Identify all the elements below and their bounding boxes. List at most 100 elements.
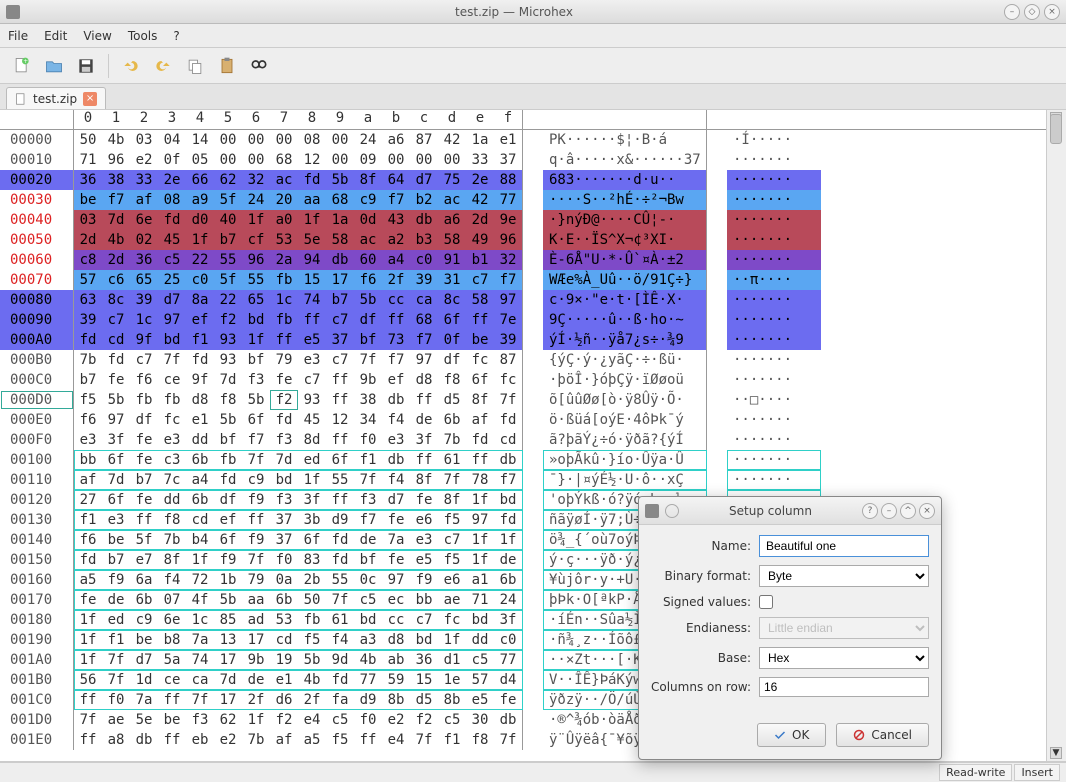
hex-cell[interactable]: bf — [354, 330, 382, 350]
hex-cell[interactable]: 5b — [102, 390, 130, 410]
hex-cell[interactable]: f2 — [270, 390, 298, 410]
hex-cell[interactable]: fd — [494, 410, 522, 430]
hex-cell[interactable]: 8d — [298, 430, 326, 450]
hex-cell[interactable]: c7 — [326, 350, 354, 370]
hex-cell[interactable]: 8f — [438, 490, 466, 510]
hex-cell[interactable]: 5e — [130, 710, 158, 730]
hex-cell[interactable]: 9b — [242, 650, 270, 670]
hex-cell[interactable]: 1c — [270, 290, 298, 310]
hex-cell[interactable]: 73 — [382, 330, 410, 350]
ext-cell[interactable]: ······· — [727, 170, 821, 190]
hex-cell[interactable]: 1f — [186, 230, 214, 250]
hex-cell[interactable]: 9b — [354, 370, 382, 390]
hex-cell[interactable]: f4 — [382, 470, 410, 490]
hex-cell[interactable]: df — [354, 310, 382, 330]
hex-cell[interactable]: bf — [242, 350, 270, 370]
hex-cell[interactable]: 7f — [494, 730, 522, 750]
hex-cell[interactable]: fd — [214, 470, 242, 490]
hex-cell[interactable]: 59 — [382, 670, 410, 690]
hex-cell[interactable]: d7 — [410, 170, 438, 190]
hex-cell[interactable]: 49 — [466, 230, 494, 250]
hex-cell[interactable]: 87 — [494, 350, 522, 370]
hex-cell[interactable]: e7 — [130, 550, 158, 570]
hex-cell[interactable]: 5e — [298, 230, 326, 250]
hex-cell[interactable]: c7 — [438, 530, 466, 550]
hex-cell[interactable]: 39 — [494, 330, 522, 350]
ascii-cell[interactable]: ö·ßüá[oýE·4ôÞk¯ý — [543, 410, 707, 430]
dialog-help-button[interactable]: ? — [862, 503, 878, 519]
hex-cell[interactable]: 7d — [102, 470, 130, 490]
hex-cell[interactable]: db — [410, 210, 438, 230]
hex-cell[interactable]: 8f — [354, 170, 382, 190]
hex-cell[interactable]: be — [158, 710, 186, 730]
hex-cell[interactable]: cc — [382, 610, 410, 630]
hex-cell[interactable]: e3 — [410, 530, 438, 550]
hex-cell[interactable]: ec — [382, 590, 410, 610]
cancel-button[interactable]: Cancel — [836, 723, 929, 747]
hex-cell[interactable]: 83 — [298, 550, 326, 570]
hex-cell[interactable]: ff — [158, 690, 186, 710]
hex-cell[interactable]: e5 — [298, 330, 326, 350]
hex-cell[interactable]: f7 — [242, 430, 270, 450]
hex-cell[interactable]: bd — [270, 470, 298, 490]
hex-cell[interactable]: 50 — [74, 130, 102, 150]
hex-cell[interactable]: 5b — [326, 170, 354, 190]
hex-cell[interactable]: de — [494, 550, 522, 570]
hex-cell[interactable]: 8f — [466, 390, 494, 410]
hex-cell[interactable]: 32 — [242, 170, 270, 190]
hex-cell[interactable]: d1 — [438, 650, 466, 670]
hex-cell[interactable]: 3b — [298, 510, 326, 530]
hex-cell[interactable]: 02 — [130, 230, 158, 250]
hex-cell[interactable]: 19 — [270, 650, 298, 670]
hex-cell[interactable]: e3 — [298, 350, 326, 370]
hex-cell[interactable]: 4b — [102, 230, 130, 250]
hex-cell[interactable]: 3f — [102, 430, 130, 450]
hex-cell[interactable]: 88 — [494, 170, 522, 190]
hex-cell[interactable]: b3 — [410, 230, 438, 250]
new-file-button[interactable]: + — [8, 52, 36, 80]
hex-cell[interactable]: 25 — [158, 270, 186, 290]
hex-cell[interactable]: 6e — [130, 210, 158, 230]
hex-cell[interactable]: 3f — [410, 430, 438, 450]
hex-cell[interactable]: 24 — [494, 590, 522, 610]
hex-cell[interactable]: 8b — [438, 690, 466, 710]
hex-cell[interactable]: f9 — [242, 490, 270, 510]
hex-cell[interactable]: 7f — [410, 730, 438, 750]
hex-cell[interactable]: 04 — [158, 130, 186, 150]
hex-cell[interactable]: 8b — [382, 690, 410, 710]
hex-cell[interactable]: 56 — [74, 670, 102, 690]
ext-cell[interactable]: ······· — [727, 230, 821, 250]
hex-cell[interactable]: c7 — [102, 310, 130, 330]
hex-cell[interactable]: 97 — [382, 570, 410, 590]
hex-cell[interactable]: 57 — [74, 270, 102, 290]
hex-cell[interactable]: 71 — [74, 150, 102, 170]
hex-cell[interactable]: 7f — [354, 470, 382, 490]
hex-cell[interactable]: fd — [74, 330, 102, 350]
hex-cell[interactable]: ff — [466, 450, 494, 470]
hex-cell[interactable]: fe — [130, 490, 158, 510]
hex-cell[interactable]: 77 — [354, 670, 382, 690]
hex-cell[interactable]: 6f — [298, 530, 326, 550]
hex-cell[interactable]: db — [326, 250, 354, 270]
hex-cell[interactable]: f0 — [354, 710, 382, 730]
hex-cell[interactable]: 39 — [410, 270, 438, 290]
hex-cell[interactable]: 97 — [466, 510, 494, 530]
hex-cell[interactable]: ce — [158, 370, 186, 390]
hex-cell[interactable]: 1f — [74, 610, 102, 630]
hex-cell[interactable]: 1f — [74, 630, 102, 650]
hex-cell[interactable]: 43 — [382, 210, 410, 230]
hex-cell[interactable]: ff — [270, 330, 298, 350]
minimize-button[interactable]: – — [1004, 4, 1020, 20]
hex-cell[interactable]: db — [382, 450, 410, 470]
hex-cell[interactable]: 1f — [298, 210, 326, 230]
hex-cell[interactable]: f9 — [214, 550, 242, 570]
hex-cell[interactable]: cd — [186, 510, 214, 530]
hex-cell[interactable]: 7f — [102, 650, 130, 670]
hex-cell[interactable]: c7 — [466, 270, 494, 290]
hex-cell[interactable]: 7b — [74, 350, 102, 370]
hex-row[interactable]: 0009039c71c97eff2bdfbffc7dfff686fff7e9Ç·… — [0, 310, 1046, 330]
hex-cell[interactable]: 50 — [298, 590, 326, 610]
hex-cell[interactable]: 6f — [102, 450, 130, 470]
hex-cell[interactable]: 77 — [494, 190, 522, 210]
hex-cell[interactable]: f0 — [354, 430, 382, 450]
